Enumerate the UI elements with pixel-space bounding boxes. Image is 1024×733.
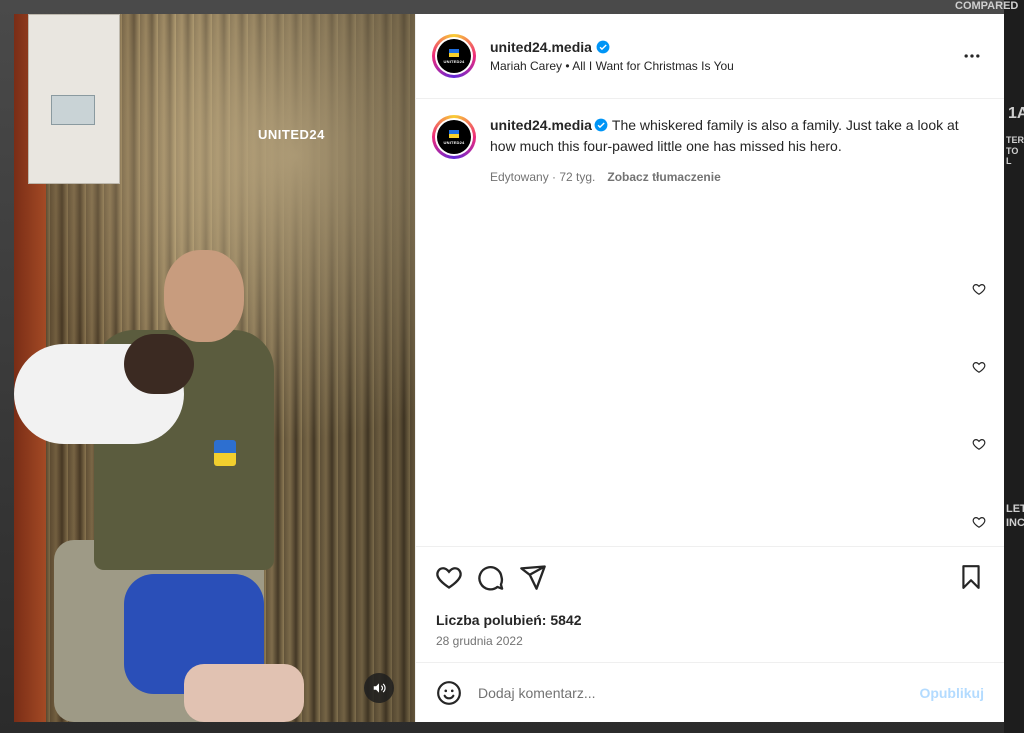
background-text-1: 1A <box>1008 105 1024 122</box>
post-caption: UNITED24 united24.media The whiskered fa… <box>432 115 988 184</box>
sound-icon <box>373 683 386 693</box>
heart-icon <box>436 566 462 589</box>
emoji-button[interactable] <box>432 676 466 710</box>
post-music[interactable]: Mariah Carey • All I Want for Christmas … <box>490 59 956 73</box>
video-shoes <box>184 664 304 722</box>
avatar-logo-text: UNITED24 <box>443 58 465 64</box>
avatar-logo-text: UNITED24 <box>443 139 465 145</box>
background-text-4: LET <box>1006 503 1024 515</box>
background-text-compared: COMPARED <box>955 0 1019 12</box>
comment-like-heart-icon[interactable] <box>972 437 986 451</box>
ukraine-flag-patch <box>214 440 236 466</box>
post-sidebar: UNITED24 united24.media Mariah Carey • A… <box>415 14 1004 722</box>
post-modal: UNITED24 UNITED24 united24.media Mariah … <box>14 14 1004 722</box>
more-icon <box>964 54 980 58</box>
video-watermark: UNITED24 <box>258 127 325 142</box>
publish-comment-button[interactable]: Opublikuj <box>919 685 984 701</box>
video-wall-panel <box>28 14 120 184</box>
likes-count[interactable]: Liczba polubień: 5842 <box>416 606 1004 628</box>
more-options-button[interactable] <box>956 40 988 72</box>
comment-bar: Opublikuj <box>416 662 1004 722</box>
background-text-5: INC <box>1006 517 1024 529</box>
caption-avatar[interactable]: UNITED24 <box>432 115 476 159</box>
save-button[interactable] <box>954 560 988 594</box>
verified-icon <box>596 40 610 54</box>
comment-like-heart-icon[interactable] <box>972 360 986 374</box>
ukraine-flag-icon <box>449 48 459 57</box>
ukraine-flag-icon <box>449 129 459 138</box>
see-translation-link[interactable]: Zobacz tłumaczenie <box>607 170 720 184</box>
background-text-2: TER <box>1006 135 1024 145</box>
comment-like-heart-icon[interactable] <box>972 282 986 296</box>
comments-section: UNITED24 united24.media The whiskered fa… <box>416 99 1004 546</box>
like-button[interactable] <box>432 560 466 594</box>
comment-input[interactable] <box>478 684 920 701</box>
comment-button[interactable] <box>474 560 508 594</box>
emoji-icon <box>437 680 461 705</box>
author-avatar[interactable]: UNITED24 <box>432 34 476 78</box>
post-header: UNITED24 united24.media Mariah Carey • A… <box>416 14 1004 99</box>
post-date: 28 grudnia 2022 <box>436 634 523 648</box>
sound-toggle-button[interactable] <box>364 673 394 703</box>
caption-username[interactable]: united24.media <box>490 117 592 133</box>
bookmark-icon <box>962 564 980 589</box>
video-cat <box>14 314 214 464</box>
share-icon <box>520 564 546 590</box>
comment-icon <box>478 565 504 591</box>
author-username[interactable]: united24.media <box>490 39 592 55</box>
verified-icon <box>594 118 608 132</box>
post-video[interactable]: UNITED24 <box>14 14 415 722</box>
edited-label: Edytowany · 72 tyg. <box>490 170 596 184</box>
post-actions <box>416 546 1004 606</box>
comment-like-heart-icon[interactable] <box>972 515 986 529</box>
background-text-3: TO L <box>1006 146 1019 166</box>
share-button[interactable] <box>516 560 550 594</box>
